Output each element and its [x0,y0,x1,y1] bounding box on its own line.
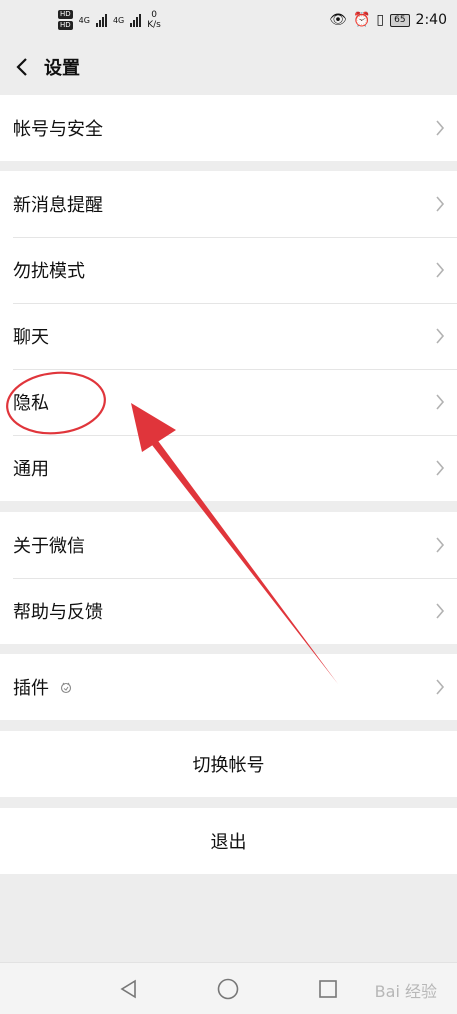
alarm-icon: ⏰ [352,12,371,28]
speed-value: 0 [151,10,157,20]
item-label: 关于微信 [13,536,85,557]
item-label-wrap: 插件 [13,674,73,700]
speed-unit: K/s [147,20,161,30]
settings-item-privacy[interactable]: 隐私 [0,369,457,435]
chevron-right-icon [436,603,445,619]
item-label: 勿扰模式 [13,261,85,282]
chevron-right-icon [436,120,445,136]
nav-back-icon[interactable] [118,978,140,1000]
item-label: 隐私 [13,393,49,414]
item-label: 聊天 [13,327,49,348]
network-speed: 0 K/s [147,10,161,30]
item-label: 帐号与安全 [13,119,103,140]
watermark-text: Bai 经验 [374,982,437,1001]
settings-item-chat[interactable]: 聊天 [0,303,457,369]
settings-item-do-not-disturb[interactable]: 勿扰模式 [0,237,457,303]
logout-button[interactable]: 退出 [0,808,457,874]
settings-item-notifications[interactable]: 新消息提醒 [0,171,457,237]
back-button[interactable] [0,40,44,94]
signal-icon-2 [130,13,142,27]
settings-group-about: 关于微信 帮助与反馈 [0,512,457,644]
hd-badges: HD HD [58,10,73,30]
settings-group-account: 帐号与安全 [0,95,457,161]
settings-item-about[interactable]: 关于微信 [0,512,457,578]
status-bar: HD HD 4G 4G 0 K/s 👁 ⏰ ▯ 65 2:40 [0,0,457,40]
settings-item-account-security[interactable]: 帐号与安全 [0,95,457,161]
chevron-right-icon [436,196,445,212]
settings-item-help-feedback[interactable]: 帮助与反馈 [0,578,457,644]
status-left: HD HD 4G 4G 0 K/s [58,10,161,30]
vibrate-icon: ▯ [376,12,385,28]
chevron-right-icon [436,394,445,410]
network-type-1: 4G [78,15,90,25]
hd-badge-1: HD [58,10,73,19]
switch-account-button[interactable]: 切换帐号 [0,731,457,797]
chevron-left-icon [16,58,27,76]
eye-icon: 👁 [329,12,347,28]
chevron-right-icon [436,262,445,278]
settings-group-general: 新消息提醒 勿扰模式 聊天 隐私 通用 [0,171,457,501]
status-right: 👁 ⏰ ▯ 65 2:40 [329,12,447,28]
nav-home-icon[interactable] [216,977,240,1001]
settings-group-plugins: 插件 [0,654,457,720]
settings-item-general[interactable]: 通用 [0,435,457,501]
settings-item-plugins[interactable]: 插件 [0,654,457,720]
chevron-right-icon [436,679,445,695]
page-title: 设置 [44,58,80,79]
chevron-right-icon [436,460,445,476]
network-type-2: 4G [112,15,125,25]
signal-icon [95,13,107,27]
chevron-right-icon [436,328,445,344]
nav-header: 设置 [0,40,457,94]
item-label: 帮助与反馈 [13,602,103,623]
hd-badge-2: HD [58,21,73,30]
item-label: 新消息提醒 [13,195,103,216]
chevron-right-icon [436,537,445,553]
item-label: 通用 [13,459,49,480]
item-label: 插件 [13,678,49,699]
battery-icon: 65 [390,13,410,27]
clock: 2:40 [415,12,447,28]
nav-recents-icon[interactable] [317,978,339,1000]
plugin-icon [60,682,72,694]
